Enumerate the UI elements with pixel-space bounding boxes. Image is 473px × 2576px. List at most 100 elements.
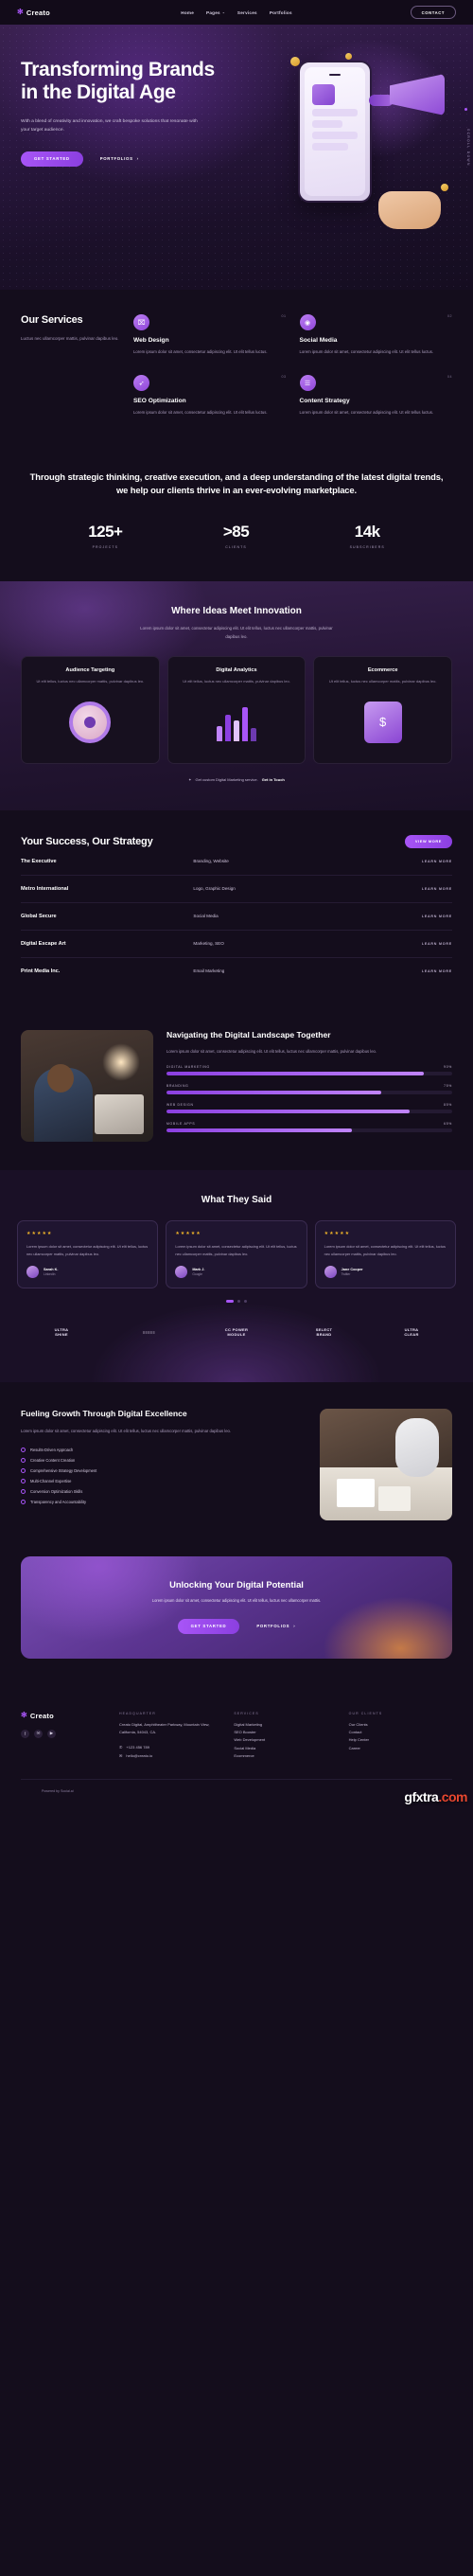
list-item: Creative Content Creation bbox=[21, 1455, 307, 1466]
view-more-button[interactable]: VIEW MORE bbox=[404, 834, 452, 848]
card-desc: Ut elit tellus, luctus nec ullamcorper m… bbox=[183, 679, 290, 684]
fueling-content: Fueling Growth Through Digital Excellenc… bbox=[21, 1409, 307, 1507]
chart-icon: ☰ bbox=[299, 375, 316, 392]
nav-item-pages[interactable]: Pages ⌄ bbox=[206, 10, 225, 15]
statement-text: Through strategic thinking, creative exe… bbox=[29, 471, 444, 496]
footer-address: Creato Digital, Amphitheater Parkway, Mo… bbox=[119, 1721, 210, 1734]
cta-paragraph: Lorem ipsum dolor sit amet, consectetur … bbox=[151, 1598, 322, 1604]
service-card-content-strategy[interactable]: ☰ 04 Content Strategy Lorem ipsum dolor … bbox=[299, 375, 453, 417]
stat-value: 125+ bbox=[88, 522, 123, 541]
footer-link-seo-booster[interactable]: SEO Booster bbox=[234, 1729, 337, 1736]
phone-thumbnail bbox=[312, 84, 335, 105]
nav-item-portfolios[interactable]: Portfolios bbox=[270, 10, 292, 15]
cta-portfolios-link[interactable]: PORTFOLIOS › bbox=[256, 1624, 295, 1628]
card-title: Digital Analytics bbox=[216, 667, 257, 674]
footer-phone[interactable]: ✆ +123 456 789 bbox=[119, 1744, 222, 1751]
table-row[interactable]: Print Media Inc. Email Marketing LEARN M… bbox=[21, 958, 452, 985]
get-started-button[interactable]: GET STARTED bbox=[21, 151, 83, 167]
testimonial-name: Jane Cooper bbox=[341, 1268, 363, 1272]
shopping-tag-graphic: $ bbox=[323, 693, 443, 752]
facebook-icon[interactable]: f bbox=[21, 1729, 29, 1738]
nav-item-services[interactable]: Services bbox=[237, 10, 257, 15]
brand-logo[interactable]: ✻ Creato bbox=[17, 9, 50, 17]
table-row[interactable]: Metro International Logo, Graphic Design… bbox=[21, 876, 452, 903]
cta-banner: Unlocking Your Digital Potential Lorem i… bbox=[21, 1556, 452, 1658]
youtube-icon[interactable]: ▶ bbox=[47, 1729, 56, 1738]
carousel-dot-active[interactable] bbox=[226, 1300, 234, 1304]
cta-wrapper: Unlocking Your Digital Potential Lorem i… bbox=[0, 1547, 473, 1686]
learn-more-link[interactable]: LEARN MORE bbox=[422, 915, 452, 918]
innovation-section: Where Ideas Meet Innovation Lorem ipsum … bbox=[0, 581, 473, 810]
footer-link-web-development[interactable]: Web Development bbox=[234, 1736, 337, 1744]
footer-services: SERVICES Digital Marketing SEO Booster W… bbox=[234, 1712, 337, 1761]
watermark-suffix: .com bbox=[438, 1789, 467, 1805]
stat-subscribers: 14k SUBSCRIBERS bbox=[350, 523, 385, 549]
cta-title: Unlocking Your Digital Potential bbox=[169, 1579, 304, 1590]
twitter-icon[interactable]: ✉ bbox=[34, 1729, 43, 1738]
nav-label: Portfolios bbox=[269, 9, 292, 15]
service-card-web-design[interactable]: ⌧ 01 Web Design Lorem ipsum dolor sit am… bbox=[133, 314, 287, 356]
person-head bbox=[47, 1063, 74, 1093]
services-subtitle: Luctus nec ullamcorper mattis, pulvinar … bbox=[21, 336, 119, 341]
stat-clients: >85 CLIENTS bbox=[223, 523, 250, 549]
strategy-section: Your Success, Our Strategy VIEW MORE The… bbox=[0, 810, 473, 1009]
innovation-card-ecommerce[interactable]: Ecommerce Ut elit tellus, luctus nec ull… bbox=[313, 656, 453, 764]
table-row[interactable]: The Executive Branding, Website LEARN MO… bbox=[21, 848, 452, 876]
learn-more-link[interactable]: LEARN MORE bbox=[422, 887, 452, 891]
footer-link-digital-marketing[interactable]: Digital Marketing bbox=[234, 1721, 337, 1729]
service-card-social-media[interactable]: ◉ 02 Social Media Lorem ipsum dolor sit … bbox=[299, 314, 453, 356]
service-desc: Lorem ipsum dolor sit amet, consectetur … bbox=[299, 349, 434, 354]
watermark-text: gfxtra bbox=[404, 1789, 439, 1805]
testimonial-card: ★★★★★ Lorem ipsum dolor sit amet, consec… bbox=[314, 1219, 456, 1289]
check-icon bbox=[21, 1448, 26, 1453]
service-title: SEO Optimization bbox=[133, 398, 186, 405]
card-title: Audience Targeting bbox=[65, 667, 115, 674]
learn-more-link[interactable]: LEARN MORE bbox=[422, 969, 452, 973]
portfolios-link[interactable]: PORTFOLIOS › bbox=[100, 156, 139, 161]
team-photo bbox=[21, 1029, 153, 1142]
nav-item-home[interactable]: Home bbox=[181, 10, 194, 15]
footer-logo[interactable]: ✻ Creato bbox=[21, 1712, 108, 1720]
footer-link-help-center[interactable]: Help Center bbox=[349, 1736, 452, 1744]
navigating-title: Navigating the Digital Landscape Togethe… bbox=[166, 1029, 331, 1039]
project-tags: Branding, Website bbox=[193, 859, 229, 864]
footer-link-contact[interactable]: Contact bbox=[349, 1729, 452, 1736]
footer-email[interactable]: ✉ hello@creato.io bbox=[119, 1752, 222, 1760]
get-in-touch-link[interactable]: Get in Touch bbox=[262, 777, 285, 782]
service-desc: Lorem ipsum dolor sit amet, consectetur … bbox=[299, 410, 434, 416]
footer-link-social-media[interactable]: Social Media bbox=[234, 1745, 337, 1752]
stat-label: CLIENTS bbox=[225, 544, 247, 549]
navigating-section: Navigating the Digital Landscape Togethe… bbox=[0, 1009, 473, 1170]
progress-fill bbox=[166, 1071, 424, 1075]
footer: ✻ Creato f ✉ ▶ HEADQUARTER Creato Digita… bbox=[0, 1687, 473, 1770]
progress-track bbox=[166, 1071, 452, 1075]
progress-label: MOBILE APPS bbox=[166, 1121, 196, 1126]
table-row[interactable]: Digital Escape Art Marketing, SEO LEARN … bbox=[21, 931, 452, 958]
footer-link-ecommerce[interactable]: Ecommerce bbox=[234, 1752, 337, 1760]
check-icon bbox=[21, 1458, 26, 1464]
card-title: Ecommerce bbox=[367, 667, 398, 674]
stats-row: 125+ PROJECTS >85 CLIENTS 14k SUBSCRIBER… bbox=[0, 498, 473, 581]
innovation-card-digital-analytics[interactable]: Digital Analytics Ut elit tellus, luctus… bbox=[166, 656, 307, 764]
logo-line2: BRAND bbox=[316, 1332, 332, 1338]
project-name: Global Secure bbox=[21, 913, 57, 919]
contact-button[interactable]: CONTACT bbox=[410, 6, 456, 19]
project-name: Metro International bbox=[21, 885, 69, 892]
testimonial-name: Mark J. bbox=[192, 1268, 205, 1272]
learn-more-link[interactable]: LEARN MORE bbox=[422, 942, 452, 946]
service-card-seo[interactable]: ➶ 03 SEO Optimization Lorem ipsum dolor … bbox=[133, 375, 287, 417]
service-number: 03 bbox=[281, 375, 287, 380]
cta-get-started-button[interactable]: GET STARTED bbox=[177, 1618, 240, 1634]
innovation-card-audience-targeting[interactable]: Audience Targeting Ut elit tellus, luctu… bbox=[21, 656, 160, 764]
list-item: Conversion Optimization Skills bbox=[21, 1486, 307, 1497]
avatar bbox=[26, 1266, 39, 1279]
footer-link-our-clients[interactable]: Our Clients bbox=[349, 1721, 452, 1729]
learn-more-link[interactable]: LEARN MORE bbox=[422, 860, 452, 863]
testimonial-user: Sarah K. LinkedIn bbox=[26, 1266, 149, 1279]
footer-link-career[interactable]: Career bbox=[349, 1745, 452, 1752]
fueling-title: Fueling Growth Through Digital Excellenc… bbox=[21, 1409, 187, 1419]
innovation-note: ✦ Get custom Digital Marketing service. … bbox=[21, 777, 452, 782]
phone-line bbox=[312, 109, 358, 116]
navigating-content: Navigating the Digital Landscape Togethe… bbox=[166, 1030, 452, 1132]
table-row[interactable]: Global Secure Social Media LEARN MORE bbox=[21, 903, 452, 931]
